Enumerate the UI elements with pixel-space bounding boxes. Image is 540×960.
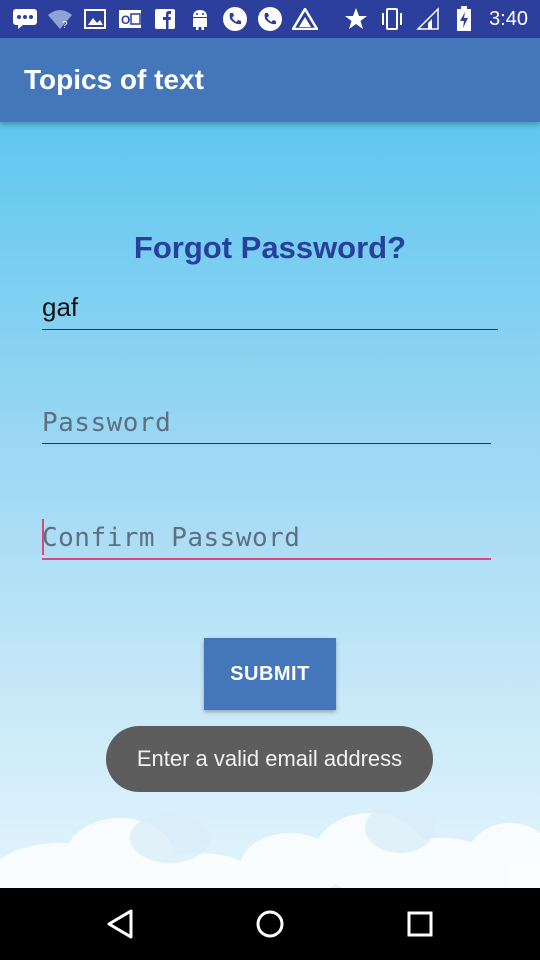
svg-text:?: ? [62,20,68,30]
password-field[interactable]: Password [42,398,491,444]
svg-text:O: O [121,13,130,27]
phone-icon [257,6,283,32]
submit-button[interactable]: SUBMIT [204,638,336,710]
facebook-icon [152,6,178,32]
android-icon [187,6,213,32]
email-field[interactable]: gaf [42,284,498,330]
app-title: Topics of text [24,64,204,95]
vibrate-icon [379,6,405,32]
wifi-question-icon: ? [47,6,73,32]
toast-message: Enter a valid email address [106,726,433,792]
app-bar: Topics of text [0,38,540,122]
outlook-icon: O [117,6,143,32]
recents-icon[interactable] [402,906,438,942]
image-icon [82,6,108,32]
navigation-bar [0,888,540,960]
chat-icon [12,6,38,32]
battery-charging-icon [451,6,477,32]
status-bar: ? O 3:40 [0,0,540,38]
phone-icon [222,6,248,32]
password-placeholder: Password [42,408,172,438]
confirm-password-placeholder: Confirm Password [42,523,301,553]
email-field-value: gaf [42,292,79,322]
clock-time: 3:40 [489,7,528,30]
system-icons: 3:40 [343,6,528,32]
app-icon [292,6,318,32]
home-icon[interactable] [252,906,288,942]
notification-icons: ? O [12,6,318,32]
page-heading: Forgot Password? [133,230,407,265]
star-icon [343,6,369,32]
back-icon[interactable] [102,906,138,942]
forgot-password-screen: Forgot Password? gaf Password Confirm Pa… [0,122,540,888]
confirm-password-field[interactable]: Confirm Password [42,513,491,560]
signal-icon [415,6,441,32]
